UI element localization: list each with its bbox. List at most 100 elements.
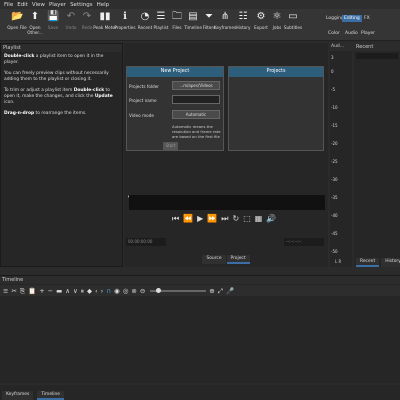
help-bold-4: Drag-n-drop	[4, 111, 35, 116]
menu-player[interactable]: Player	[49, 2, 66, 8]
timeline-toolbar: ≡ ✂ ⎘ 📋 + − ▬ ∧ ∨ ⏸ ◆ ‹ › ∩ ◉ ◎ ⊚ ⊖ ⊕ ⤢ …	[0, 285, 400, 296]
channel-labels: L R	[335, 259, 342, 264]
ripple-all-icon[interactable]: ⊚	[131, 287, 136, 295]
toolbar-label: Subtitles	[283, 25, 303, 30]
peak-meter-icon: ▮▮	[99, 11, 111, 22]
scale-tick: -30	[331, 177, 338, 182]
overwrite-icon[interactable]: ∧	[65, 287, 70, 295]
tab-project[interactable]: Project	[226, 255, 250, 264]
layout-fx[interactable]: FX	[362, 15, 372, 22]
start-button[interactable]: Start	[163, 142, 178, 150]
tab-source[interactable]: Source	[202, 255, 226, 264]
help-text-3a: To trim or adjust a playlist item	[4, 88, 74, 93]
zoom-fit-icon[interactable]: ⤢	[218, 287, 223, 295]
paste-icon[interactable]: 📋	[28, 287, 36, 295]
scale-tick: -15	[331, 123, 338, 128]
previous-marker-icon[interactable]: ‹	[95, 287, 98, 295]
zoom-slider-handle[interactable]	[156, 287, 162, 293]
append-icon[interactable]: +	[39, 287, 44, 295]
tab-recent[interactable]: Recent	[356, 258, 380, 267]
tab-timeline[interactable]: Timeline	[37, 391, 64, 400]
toolbar-label: Redo	[81, 25, 93, 30]
layout-color[interactable]: Color	[326, 30, 342, 37]
grid-icon[interactable]: ▦	[255, 214, 263, 224]
video-mode-select[interactable]: Automatic	[172, 110, 220, 119]
copy-icon[interactable]: ⎘	[20, 287, 25, 295]
layout-editing[interactable]: Editing	[342, 15, 362, 22]
projects-folder-button[interactable]: ...m/apes/Videos	[172, 81, 220, 90]
scale-tick: -5	[331, 87, 335, 92]
scale-tick: -20	[331, 141, 338, 146]
play-icon[interactable]: ▶	[197, 214, 203, 224]
remove-icon[interactable]: −	[48, 287, 53, 295]
timecode-duration: --:--:--:--	[284, 238, 324, 246]
scale-tick: -10	[331, 105, 338, 110]
scrub-bar[interactable]	[129, 195, 325, 210]
scale-tick: 0	[331, 69, 334, 74]
next-marker-icon[interactable]: ›	[101, 287, 104, 295]
subtitles-icon: ▭	[288, 11, 298, 22]
tab-history[interactable]: History	[381, 258, 400, 267]
scale-tick: -35	[331, 195, 338, 200]
menu-view[interactable]: View	[32, 2, 45, 8]
scrub-icon[interactable]: ◉	[114, 287, 120, 295]
layout-audio[interactable]: Audio	[343, 30, 360, 37]
help-text-2: You can freely preview clips without nec…	[4, 71, 109, 82]
projects-folder-label: Projects folder	[129, 84, 159, 89]
loop-icon[interactable]: ↻	[233, 214, 240, 224]
zoom-out-icon[interactable]: ⊖	[140, 287, 145, 295]
zoom-icon[interactable]: ⬚	[243, 214, 251, 224]
ripple-icon[interactable]: ◎	[123, 287, 129, 295]
menu-icon[interactable]: ≡	[3, 287, 8, 295]
timeline-title: Timeline	[0, 276, 400, 284]
menu-edit[interactable]: Edit	[17, 2, 28, 8]
volume-icon[interactable]: 🔊	[266, 214, 276, 224]
playlist-title: Playlist	[1, 44, 122, 52]
record-audio-icon[interactable]: 🎤	[226, 287, 234, 295]
project-name-input[interactable]	[172, 95, 220, 104]
menu-help[interactable]: Help	[97, 2, 110, 8]
fast-forward-icon[interactable]: ⏩	[207, 214, 217, 224]
new-project-title: New Project	[127, 67, 223, 77]
skip-next-icon[interactable]: ⏭	[221, 214, 228, 224]
layout-switcher: Logging Editing FX Color Audio Player	[322, 12, 400, 40]
menu-bar: File Edit View Player Settings Help	[0, 0, 400, 9]
player-tabs: Source Project	[124, 255, 328, 264]
marker-icon[interactable]: ◆	[87, 287, 92, 295]
projects-title: Projects	[229, 67, 323, 77]
scale-tick: -40	[331, 213, 338, 218]
help-bold-3: Double-click	[73, 88, 105, 93]
bottom-tabs: Keyframes Timeline	[0, 385, 400, 400]
scale-tick: 3	[331, 55, 334, 60]
timecode-position[interactable]: 00:00:00:00	[126, 238, 166, 246]
menu-file[interactable]: File	[4, 2, 13, 8]
menu-settings[interactable]: Settings	[70, 2, 93, 8]
new-project-panel: New Project Projects folder ...m/apes/Vi…	[126, 66, 224, 151]
zoom-in-icon[interactable]: ⊕	[209, 287, 214, 295]
lift-icon[interactable]: ▬	[56, 287, 62, 295]
playlist-panel: Playlist Double-click a playlist item to…	[0, 43, 123, 307]
rewind-icon[interactable]: ⏪	[183, 214, 193, 224]
help-bold-3b: Update	[94, 94, 113, 99]
skip-previous-icon[interactable]: ⏮	[172, 214, 179, 224]
playlist-help-text: Double-click a playlist item to open it …	[1, 52, 122, 124]
scale-tick: -50	[331, 249, 338, 254]
tab-keyframes[interactable]: Keyframes	[2, 391, 34, 400]
project-name-label: Project name	[129, 98, 157, 103]
subtitles-button[interactable]: ▭ Subtitles	[280, 11, 306, 30]
audio-meter-title: Aud...	[330, 43, 352, 51]
recent-search-input[interactable]	[356, 53, 398, 59]
audio-meter-panel: Aud... 3 0 -5 -10 -15 -20 -25 -30 -35 -4…	[330, 43, 352, 267]
recent-tabs: Recent History	[356, 258, 400, 267]
insert-icon[interactable]: ∨	[73, 287, 78, 295]
zoom-slider[interactable]	[150, 287, 207, 293]
cut-icon[interactable]: ✂	[11, 287, 16, 295]
layout-player[interactable]: Player	[359, 30, 377, 37]
video-mode-label: Video mode	[129, 113, 154, 118]
recent-panel: Recent Recent History	[354, 43, 400, 267]
timeline-panel: Timeline ≡ ✂ ⎘ 📋 + − ▬ ∧ ∨ ⏸ ◆ ‹ › ∩ ◉ ◎…	[0, 275, 400, 383]
toolbar-label: Save	[47, 25, 59, 30]
recent-title: Recent	[354, 43, 400, 51]
snap-icon[interactable]: ∩	[106, 287, 111, 295]
split-icon[interactable]: ⏸	[81, 287, 84, 295]
